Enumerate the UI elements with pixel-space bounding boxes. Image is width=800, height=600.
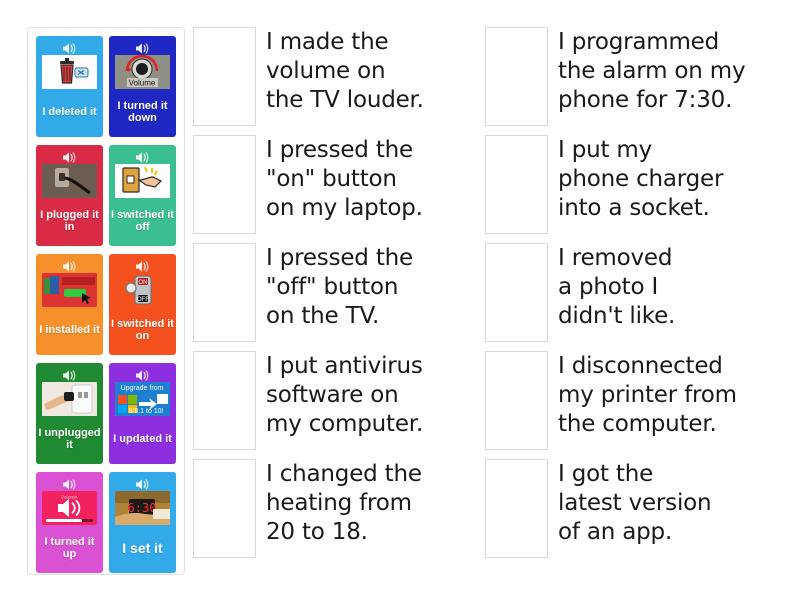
- answer-prompt-text: I removed a photo I didn't like.: [558, 245, 676, 329]
- volume-knob-turned-down: Volume: [115, 55, 170, 89]
- draggable-tile[interactable]: I deleted it: [36, 36, 103, 137]
- on-off-toggle-switch: ON OFF: [115, 273, 170, 307]
- answer-row: I pressed the "on" button on my laptop.: [193, 135, 458, 243]
- drop-target-box[interactable]: [193, 243, 256, 342]
- answer-row: I changed the heating from 20 to 18.: [193, 459, 458, 567]
- tile-label: I switched it on: [111, 318, 174, 342]
- tile-label: I deleted it: [42, 106, 97, 118]
- draggable-tile[interactable]: 6:30 I set it: [109, 472, 176, 573]
- speaker-icon[interactable]: [62, 150, 77, 164]
- speaker-icon[interactable]: [135, 150, 150, 164]
- drop-target-box[interactable]: [485, 243, 548, 342]
- recycle-bin-delete-icon: [42, 55, 97, 89]
- draggable-tile[interactable]: Volume I turned it up: [36, 472, 103, 573]
- draggable-tile[interactable]: I switched it off: [109, 145, 176, 246]
- tile-label: I turned it up: [44, 536, 95, 560]
- drop-target-box[interactable]: [193, 459, 256, 558]
- tile-label: I switched it off: [111, 209, 174, 233]
- svg-text:ON: ON: [139, 280, 148, 286]
- drop-target-box[interactable]: [485, 459, 548, 558]
- volume-slider-up: Volume: [42, 491, 97, 525]
- svg-text:Volume: Volume: [129, 79, 156, 88]
- hand-unplugging-cable: [42, 382, 97, 416]
- speaker-icon[interactable]: [62, 477, 77, 491]
- plug-into-wall-socket: [42, 164, 97, 198]
- speaker-icon[interactable]: [135, 259, 150, 273]
- svg-text:Upgrade from: Upgrade from: [121, 385, 164, 392]
- answer-row: I put my phone charger into a socket.: [485, 135, 785, 243]
- hand-flipping-light-switch-off: [115, 164, 170, 198]
- draggable-tile[interactable]: Upgrade from 8/8.1 to 10! I updated it: [109, 363, 176, 464]
- draggable-tile[interactable]: I installed it: [36, 254, 103, 355]
- answer-prompt-text: I changed the heating from 20 to 18.: [266, 461, 422, 545]
- answer-prompt-text: I put antivirus software on my computer.: [266, 353, 424, 437]
- answer-prompt-text: I pressed the "off" button on the TV.: [266, 245, 413, 329]
- match-up-activity: I deleted it Volume I turned it down I plug…: [0, 0, 800, 600]
- answer-row: I disconnected my printer from the compu…: [485, 351, 785, 459]
- answer-prompt-text: I put my phone charger into a socket.: [558, 137, 724, 221]
- svg-text:OFF: OFF: [137, 297, 149, 303]
- answer-row: I got the latest version of an app.: [485, 459, 785, 567]
- draggable-tile[interactable]: ON OFF I switched it on: [109, 254, 176, 355]
- answer-row: I made the volume on the TV louder.: [193, 27, 458, 135]
- answer-prompt-text: I pressed the "on" button on my laptop.: [266, 137, 423, 221]
- tile-label: I installed it: [39, 324, 100, 336]
- drop-target-box[interactable]: [485, 351, 548, 450]
- draggable-tile[interactable]: Volume I turned it down: [109, 36, 176, 137]
- answers-column-left: I made the volume on the TV louder. I pre…: [193, 27, 458, 567]
- speaker-icon[interactable]: [62, 368, 77, 382]
- hand-setting-alarm-clock: 6:30: [115, 491, 170, 525]
- draggable-tile[interactable]: I plugged it in: [36, 145, 103, 246]
- svg-text:Volume: Volume: [61, 495, 78, 501]
- speaker-icon[interactable]: [62, 41, 77, 55]
- draggable-tiles-panel[interactable]: I deleted it Volume I turned it down I plug…: [27, 27, 185, 575]
- answers-column-right: I programmed the alarm on my phone for 7…: [485, 27, 785, 567]
- speaker-icon[interactable]: [135, 368, 150, 382]
- svg-text:6:30: 6:30: [128, 501, 157, 515]
- windows-upgrade-banner: Upgrade from 8/8.1 to 10!: [115, 382, 170, 416]
- answer-prompt-text: I programmed the alarm on my phone for 7…: [558, 29, 746, 113]
- tile-label: I turned it down: [117, 100, 168, 124]
- answer-row: I pressed the "off" button on the TV.: [193, 243, 458, 351]
- speaker-icon[interactable]: [62, 259, 77, 273]
- tile-label: I plugged it in: [40, 209, 99, 233]
- answer-row: I removed a photo I didn't like.: [485, 243, 785, 351]
- speaker-icon[interactable]: [135, 41, 150, 55]
- answer-prompt-text: I disconnected my printer from the compu…: [558, 353, 737, 437]
- answer-prompt-text: I got the latest version of an app.: [558, 461, 712, 545]
- speaker-icon[interactable]: [135, 477, 150, 491]
- drop-target-box[interactable]: [193, 135, 256, 234]
- svg-text:8/8.1 to 10!: 8/8.1 to 10!: [128, 408, 163, 415]
- software-install-click: [42, 273, 97, 307]
- drop-target-box[interactable]: [485, 135, 548, 234]
- tile-label: I set it: [122, 540, 163, 556]
- tile-label: I updated it: [113, 433, 172, 445]
- tile-label: I unplugged it: [38, 427, 101, 451]
- answer-row: I put antivirus software on my computer.: [193, 351, 458, 459]
- drop-target-box[interactable]: [193, 27, 256, 126]
- answer-prompt-text: I made the volume on the TV louder.: [266, 29, 424, 113]
- answer-row: I programmed the alarm on my phone for 7…: [485, 27, 785, 135]
- draggable-tile[interactable]: I unplugged it: [36, 363, 103, 464]
- drop-target-box[interactable]: [485, 27, 548, 126]
- drop-target-box[interactable]: [193, 351, 256, 450]
